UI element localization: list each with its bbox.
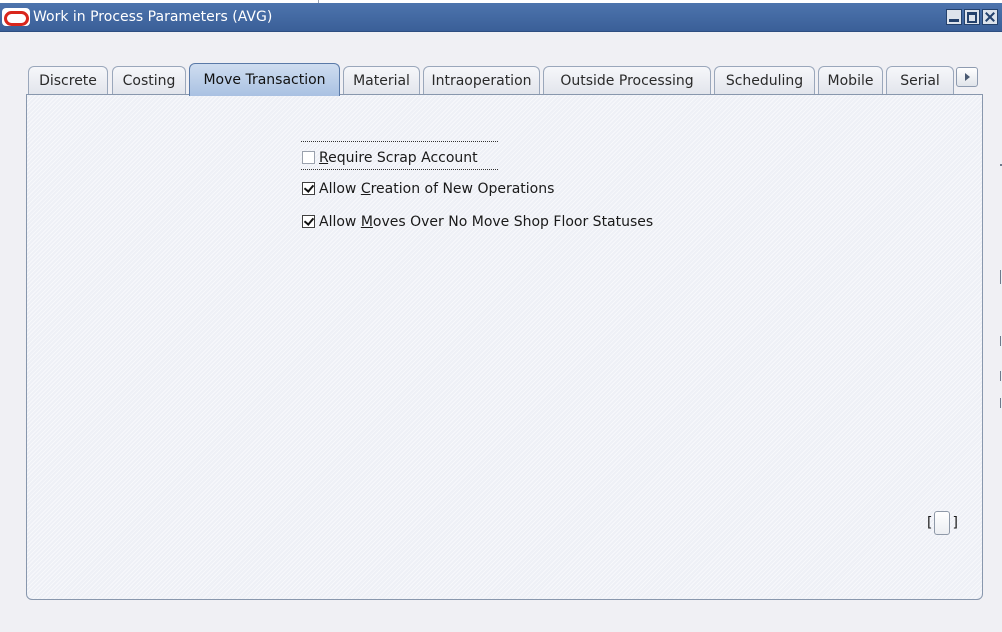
window-titlebar[interactable]: Work in Process Parameters (AVG) [0,3,1002,32]
mnemonic-key: C [360,181,371,197]
mnemonic-key: R [319,150,329,166]
tab-discrete[interactable]: Discrete [28,66,108,94]
checkbox-label: oves Over No Move Shop Floor Statuses [372,214,654,230]
minimize-icon[interactable] [946,9,962,25]
maximize-icon[interactable] [964,9,980,25]
checkbox-box[interactable] [302,151,315,164]
flexfield-input[interactable] [934,511,951,535]
require-scrap-account-checkbox[interactable]: Require Scrap Account [302,149,478,167]
background-window-edge [1000,398,1001,408]
checkbox-label: equire Scrap Account [328,150,478,166]
tab-serial[interactable]: Serial [886,66,954,94]
focus-indicator-bottom [301,169,498,170]
bracket-close: ] [952,515,958,531]
bracket-open: [ [927,515,933,531]
tab-scheduling[interactable]: Scheduling [714,66,815,94]
checkbox-box[interactable] [302,182,315,195]
checkbox-box[interactable] [302,215,315,228]
tab-scroll-button[interactable] [956,67,978,87]
chevron-right-icon [965,73,970,81]
background-window-edge [1000,270,1001,284]
background-window-edge [1000,336,1001,346]
tab-move-transaction[interactable]: Move Transaction [189,63,340,96]
tab-outside-processing[interactable]: Outside Processing [543,66,711,94]
tab-material[interactable]: Material [343,66,420,94]
background-window-edge [1000,371,1001,381]
descriptive-flexfield: [] [927,510,958,536]
window-title: Work in Process Parameters (AVG) [33,9,273,25]
allow-moves-over-no-move-statuses-checkbox[interactable]: Allow Moves Over No Move Shop Floor Stat… [302,213,653,231]
close-icon[interactable] [982,9,998,25]
tab-intraoperation[interactable]: Intraoperation [423,66,540,94]
checkbox-label: reation of New Operations [370,181,555,197]
allow-creation-of-new-operations-checkbox[interactable]: Allow Creation of New Operations [302,180,554,198]
focus-indicator-top [301,141,498,142]
mnemonic-key: M [360,214,373,230]
move-transaction-panel [26,94,983,600]
oracle-logo-icon [2,8,30,26]
tab-mobile[interactable]: Mobile [818,66,883,94]
tab-costing[interactable]: Costing [112,66,186,94]
